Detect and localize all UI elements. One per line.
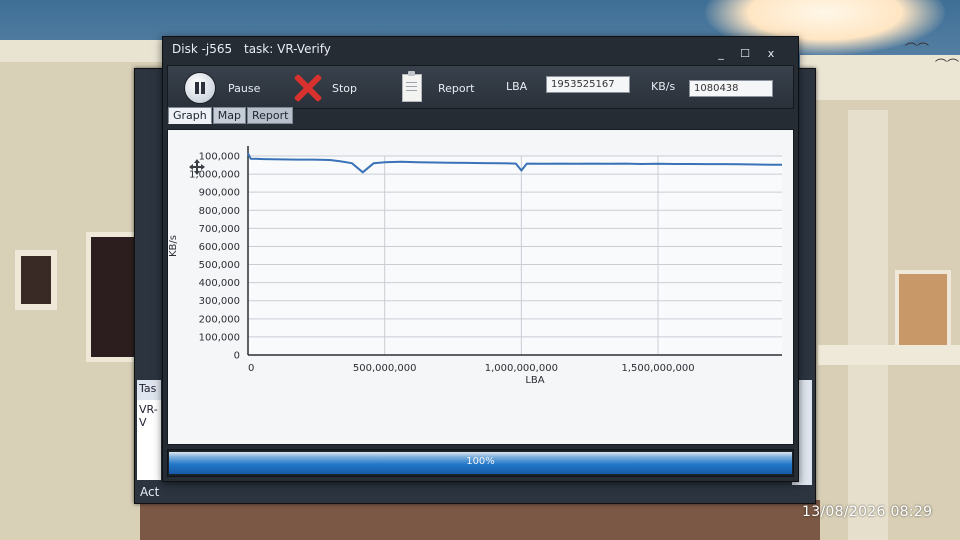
progress-text: 100%: [466, 456, 495, 467]
y-tick-label: 300,000: [199, 296, 240, 307]
maximize-button[interactable]: ☐: [733, 47, 757, 61]
close-button[interactable]: x: [759, 47, 783, 61]
y-tick-label: 0: [234, 351, 240, 362]
y-tick-label: 700,000: [199, 224, 240, 235]
progress-bar: 100%: [167, 449, 794, 477]
x-tick-label: 500,000,000: [353, 363, 417, 374]
background-task-header: Tas: [137, 380, 161, 400]
y-axis-label: KB/s: [168, 235, 179, 257]
window-title: Disk -j565 task: VR-Verify: [172, 42, 339, 56]
wallpaper-cornice-left: [0, 40, 170, 62]
stop-label: Stop: [332, 81, 358, 95]
x-tick-label: 1,500,000,000: [621, 363, 694, 374]
x-axis-label: LBA: [525, 375, 544, 386]
stop-button[interactable]: Stop: [292, 66, 357, 110]
wallpaper-ground: [140, 500, 820, 540]
y-tick-label: 200,000: [199, 314, 240, 325]
y-tick-label: 600,000: [199, 242, 240, 253]
pause-icon: [184, 72, 216, 104]
plot-area: [248, 156, 782, 355]
toolbar: Pause Stop Report LBA KB/s: [167, 65, 794, 109]
photo-timestamp: 13/08/2026 08:29: [802, 504, 933, 520]
lba-field[interactable]: [546, 76, 630, 93]
bird-icon: ⌒⌒: [935, 58, 960, 72]
lba-label: LBA: [506, 80, 528, 93]
wallpaper-window: [895, 270, 951, 350]
move-icon[interactable]: [188, 158, 206, 176]
kbs-label: KB/s: [651, 80, 676, 93]
wallpaper-window: [15, 250, 57, 310]
kbs-field[interactable]: [689, 80, 773, 97]
y-tick-label: 900,000: [199, 188, 240, 199]
report-label: Report: [438, 81, 475, 95]
tab-report[interactable]: Report: [246, 107, 294, 124]
y-tick-label: 800,000: [199, 206, 240, 217]
x-tick-label: 1,000,000,000: [485, 363, 558, 374]
tab-map[interactable]: Map: [212, 107, 246, 124]
x-tick-label: 0: [248, 363, 254, 374]
pause-button[interactable]: Pause: [184, 66, 260, 110]
stop-icon: [292, 73, 322, 103]
task-name: task: VR-Verify: [244, 42, 331, 56]
tab-graph[interactable]: Graph: [168, 107, 212, 124]
title-bar[interactable]: Disk -j565 task: VR-Verify _ ☐ x: [163, 37, 798, 63]
verify-window: Disk -j565 task: VR-Verify _ ☐ x Pause S…: [162, 36, 799, 482]
report-button[interactable]: Report: [396, 66, 474, 110]
graph-panel: 0 100,000 200,000 300,000 400,000 500,000 600,…: [167, 129, 794, 445]
bird-icon: ⌒⌒: [905, 42, 930, 56]
report-icon: [402, 71, 422, 102]
background-footer-label: Act: [140, 485, 160, 499]
minimize-button[interactable]: _: [709, 47, 733, 61]
wallpaper-column: [848, 110, 888, 540]
y-tick-label: 400,000: [199, 278, 240, 289]
tab-bar: Graph Map Report: [168, 107, 294, 125]
disk-name: Disk -j565: [172, 42, 233, 56]
y-tick-label: 500,000: [199, 260, 240, 271]
wallpaper-balcony: [818, 345, 960, 365]
background-task-row[interactable]: VR-V: [137, 400, 161, 480]
pause-label: Pause: [228, 81, 261, 95]
y-tick-label: 100,000: [199, 332, 240, 343]
speed-chart: 0 100,000 200,000 300,000 400,000 500,000 600,…: [168, 146, 782, 386]
